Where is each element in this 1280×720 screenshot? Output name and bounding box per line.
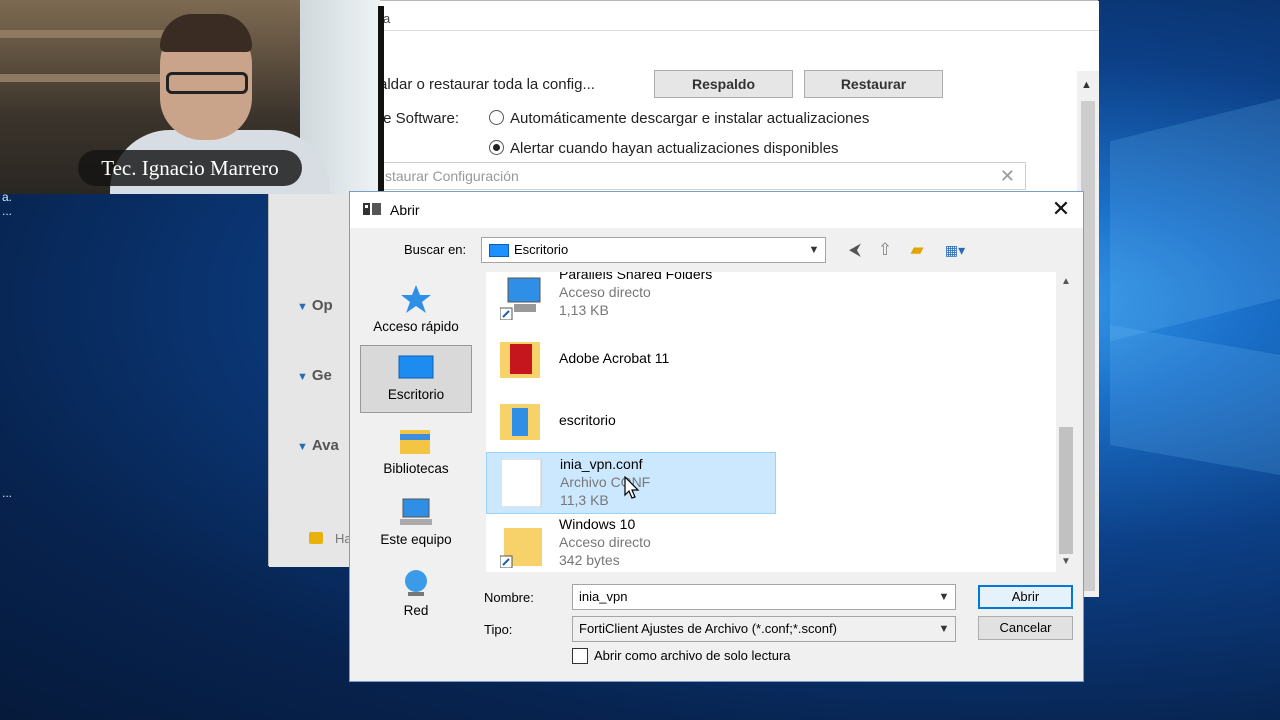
list-item[interactable]: Adobe Acrobat 11 [486,328,776,390]
cancel-button[interactable]: Cancelar [978,616,1073,640]
scroll-up-icon[interactable]: ▲ [1056,272,1076,292]
chevron-down-icon: ▼ [808,244,820,256]
filename-label: Nombre: [484,590,534,605]
list-item[interactable]: Windows 10 Acceso directo 342 bytes [486,514,776,572]
backup-label: aldar o restaurar toda la config... [379,76,595,93]
chevron-down-icon: ▼ [938,591,950,603]
radio-button[interactable] [489,110,504,125]
restore-button[interactable]: Restaurar [804,70,943,98]
look-in-combo[interactable]: Escritorio ▼ [481,237,826,263]
software-label: te Software: [379,110,460,127]
list-item[interactable]: Parallels Shared Folders Acceso directo … [486,272,776,328]
webcam-overlay: Tec. Ignacio Marrero [0,0,380,194]
folder-icon [500,342,540,378]
new-folder-icon[interactable]: ▰ [906,239,928,261]
file-icon [501,459,542,507]
close-icon[interactable]: ✕ [1047,197,1075,223]
shortcut-folder-icon [500,528,542,568]
place-quick-access[interactable]: Acceso rápido [360,278,472,344]
person-hair [160,14,252,52]
list-item[interactable]: escritorio [486,390,776,452]
light-beam [1110,98,1280,342]
backup-button[interactable]: Respaldo [654,70,793,98]
webcam-border [378,6,384,194]
dialog-icon [363,203,381,215]
desktop-icon [489,244,509,257]
look-in-label: Buscar en: [404,242,467,257]
side-text: ... [2,486,13,500]
window-titlebar: a [379,1,1099,31]
open-button[interactable]: Abrir [978,585,1073,609]
computer-icon [400,498,432,525]
mouse-cursor-icon [624,476,640,499]
side-text: a.... [2,190,13,218]
dialog-title: Abrir [390,202,420,218]
title-fragment: a [383,11,391,26]
libraries-icon [400,430,430,454]
expand-icon: ▼ [297,441,308,453]
person-glasses [166,72,248,94]
place-network[interactable]: Red [360,562,472,628]
dialog-titlebar: Abrir ✕ [350,192,1083,228]
lock-icon [309,532,323,544]
up-folder-icon[interactable]: ⇧ [874,239,896,261]
place-libraries[interactable]: Bibliotecas [360,420,472,486]
radio-button-selected[interactable] [489,140,504,155]
place-desktop[interactable]: Escritorio [360,345,472,413]
shelf [0,30,170,38]
view-menu-icon[interactable]: ▦▾ [938,239,972,261]
radio-alert-update[interactable]: Alertar cuando hayan actualizaciones dis… [489,140,839,157]
file-list: Parallels Shared Folders Acceso directo … [486,272,1056,572]
back-icon[interactable]: ⮜ [844,239,866,261]
shelf [0,74,170,82]
folder-icon [500,404,540,440]
places-bar: Acceso rápido Escritorio Bibliotecas Est… [360,272,473,632]
star-icon [401,285,431,313]
presenter-caption: Tec. Ignacio Marrero [78,150,302,186]
section-ge[interactable]: ▼ Ge [297,367,332,384]
shortcut-computer-icon [500,277,541,320]
close-icon[interactable]: ✕ [1000,163,1015,189]
light-beam [1110,325,1280,475]
section-op[interactable]: ▼ Op [297,297,333,314]
section-ava[interactable]: ▼ Ava [297,437,339,454]
radio-auto-update[interactable]: Automáticamente descargar e instalar act… [489,110,869,127]
scroll-thumb[interactable] [1059,427,1073,554]
desktop-icon [398,355,434,379]
place-this-pc[interactable]: Este equipo [360,491,472,557]
chevron-down-icon: ▼ [938,623,950,635]
filetype-label: Tipo: [484,622,513,637]
filename-input[interactable]: inia_vpn ▼ [572,584,956,610]
lock-row[interactable]: Ha [309,531,352,546]
open-file-dialog: Abrir ✕ Buscar en: Escritorio ▼ ⮜ ⇧ ▰ ▦▾… [349,191,1084,682]
network-icon [405,570,427,596]
scroll-up-icon[interactable]: ▲ [1081,79,1092,91]
expand-icon: ▼ [297,301,308,313]
readonly-checkbox[interactable] [572,648,588,664]
expand-icon: ▼ [297,371,308,383]
restore-config-titlebar: staurar Configuración ✕ [378,162,1026,190]
filetype-select[interactable]: FortiClient Ajustes de Archivo (*.conf;*… [572,616,956,642]
scroll-down-icon[interactable]: ▼ [1056,552,1076,572]
readonly-label: Abrir como archivo de solo lectura [594,648,791,663]
file-list-scrollbar[interactable]: ▲ ▼ [1056,272,1076,572]
